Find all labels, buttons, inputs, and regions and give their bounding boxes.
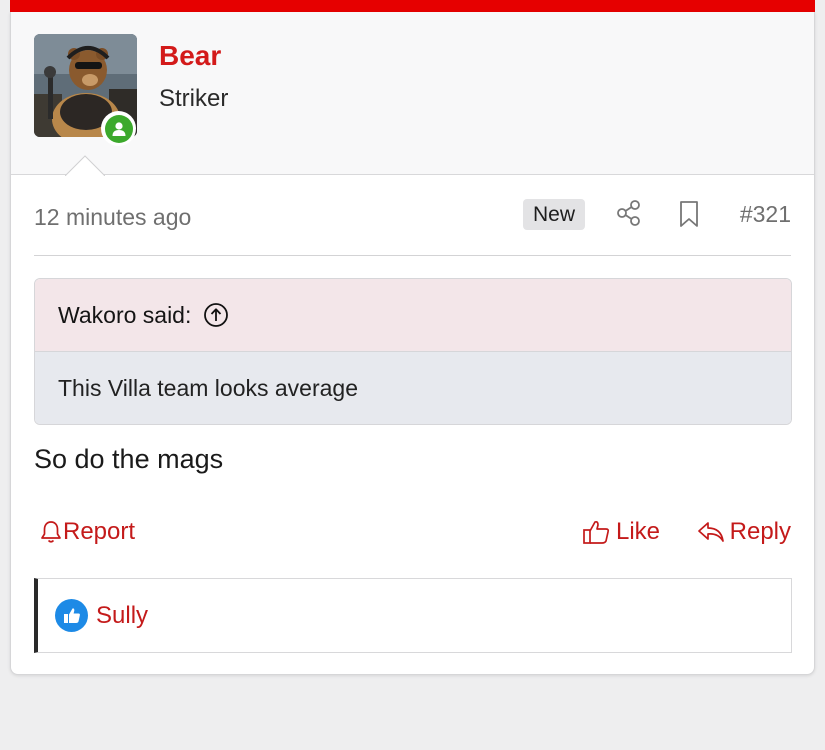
- thumbs-up-icon: [583, 520, 610, 544]
- share-icon[interactable]: [614, 198, 644, 228]
- bell-icon: [41, 521, 61, 543]
- reply-button[interactable]: Reply: [696, 512, 791, 552]
- report-button[interactable]: Report: [39, 512, 135, 552]
- post-number-link[interactable]: #321: [740, 201, 791, 228]
- reactions-bar: Sully: [34, 578, 792, 653]
- post-actions: Report Like Reply: [34, 512, 791, 552]
- user-title: Striker: [159, 85, 229, 112]
- quote-attribution: Wakoro said:: [58, 301, 192, 328]
- post-timestamp[interactable]: 12 minutes ago: [34, 204, 191, 231]
- bookmark-icon[interactable]: [674, 199, 704, 229]
- reply-arrow-icon: [697, 522, 724, 542]
- like-reaction-icon: [55, 599, 88, 632]
- like-label: Like: [616, 518, 661, 545]
- online-status-badge: [101, 111, 136, 146]
- quote-block: Wakoro said: This Villa team looks avera…: [34, 278, 792, 425]
- arrow-up-circle-icon[interactable]: [203, 302, 229, 328]
- quote-content[interactable]: This Villa team looks average: [35, 352, 791, 424]
- like-button[interactable]: Like: [582, 512, 660, 552]
- post-user-block: Bear Striker: [11, 12, 814, 175]
- post-message: So do the mags: [34, 444, 224, 474]
- post-card: Bear Striker 12 minutes ago New #321 Wak…: [10, 12, 815, 675]
- reactor-user-link[interactable]: Sully: [96, 602, 148, 630]
- post-meta-row: 12 minutes ago New #321: [34, 198, 791, 238]
- top-accent-bar: [10, 0, 815, 12]
- report-label: Report: [63, 518, 136, 545]
- quote-header: Wakoro said:: [35, 279, 791, 352]
- new-badge: New: [523, 199, 586, 230]
- reply-label: Reply: [729, 518, 791, 545]
- username-link[interactable]: Bear: [159, 40, 221, 72]
- user-arrow-pointer: [65, 155, 105, 177]
- online-indicator-icon: [104, 114, 133, 143]
- meta-divider: [34, 255, 791, 256]
